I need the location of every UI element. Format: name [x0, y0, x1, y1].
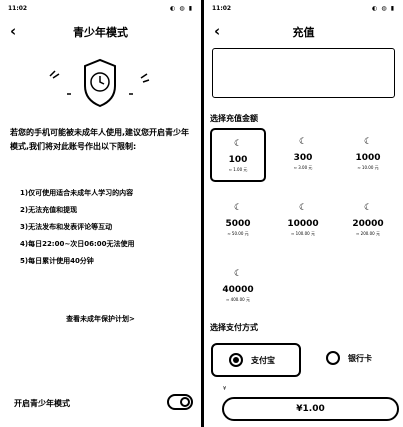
coin-icon: ☾	[363, 203, 373, 213]
youth-mode-intro: 若您的手机可能被未成年人使用,建议您开启青少年模式,我们将对此账号作出以下限制:	[10, 128, 190, 151]
nav-bar: ‹ 青少年模式	[0, 22, 201, 42]
pay-method-label: 支付宝	[251, 356, 275, 365]
status-time: 11:02	[8, 5, 28, 12]
list-item: 2)无法充值和提现	[20, 206, 78, 214]
amount-value: 300	[293, 153, 313, 163]
coin-icon: ☾	[233, 203, 243, 213]
amount-option-1000[interactable]: ☾ 1000 ≈ 10.00 元	[340, 128, 396, 182]
page-title: 充值	[292, 26, 315, 39]
list-item: 5)每日累计使用40分钟	[20, 257, 94, 265]
pay-method-alipay[interactable]: 支付宝	[211, 343, 301, 377]
list-item: 1)仅可使用适合未成年人学习的内容	[20, 189, 134, 197]
amount-value: 1000	[355, 153, 381, 163]
coin-icon: ☾	[233, 269, 243, 279]
youth-mode-screen: 11:02 ◐ ◍ ▮ ‹ 青少年模式 若您的手机可能被未成年人使用,建议您开启…	[0, 0, 201, 427]
pay-button[interactable]: ¥1.00	[222, 397, 399, 421]
balance-card	[212, 48, 395, 98]
youth-mode-toggle-row: 开启青少年模式	[14, 394, 193, 414]
amount-value: 10000	[287, 219, 319, 229]
restriction-list: 1)仅可使用适合未成年人学习的内容 2)无法充值和提现 3)无法发布和发表评论等…	[20, 187, 190, 272]
pay-method-label: 银行卡	[348, 354, 372, 363]
pay-method-bank-card[interactable]: 银行卡	[320, 343, 400, 377]
status-icons: ◐ ◍ ▮	[170, 5, 193, 12]
amount-sub: ≈ 400.00 元	[226, 297, 250, 302]
amount-option-100[interactable]: ☾ 100 ≈ 1.00 元	[210, 128, 266, 182]
status-bar: 11:02 ◐ ◍ ▮	[8, 5, 193, 15]
radio-unselected-icon	[326, 351, 340, 365]
amount-value: 20000	[352, 219, 384, 229]
amount-value: 100	[228, 155, 248, 165]
youth-mode-toggle-label: 开启青少年模式	[14, 399, 70, 408]
youth-mode-toggle[interactable]	[167, 394, 193, 410]
status-icons: ◐ ◍ ▮	[372, 5, 395, 12]
minor-protection-link[interactable]: 查看未成年保护计划>	[0, 314, 201, 324]
amount-option-5000[interactable]: ☾ 5000 ≈ 50.00 元	[210, 194, 266, 248]
status-time: 11:02	[212, 5, 232, 12]
amount-sub: ≈ 3.00 元	[293, 165, 313, 170]
amount-sub: ≈ 10.00 元	[357, 165, 379, 170]
coin-icon: ☾	[298, 203, 308, 213]
amount-section-title: 选择充值金额	[210, 114, 258, 123]
radio-selected-icon	[229, 353, 243, 367]
payment-section-title: 选择支付方式	[210, 323, 258, 332]
coin-icon: ☾	[233, 139, 243, 149]
page-title: 青少年模式	[73, 26, 128, 39]
amount-sub: ≈ 100.00 元	[291, 231, 315, 236]
amount-sub: ≈ 200.00 元	[356, 231, 380, 236]
nav-bar: ‹ 充值	[204, 22, 403, 42]
list-item: 3)无法发布和发表评论等互动	[20, 223, 113, 231]
amount-value: 40000	[222, 285, 254, 295]
toggle-knob	[180, 397, 190, 407]
pay-note: ¥	[223, 386, 227, 392]
amount-option-40000[interactable]: ☾ 40000 ≈ 400.00 元	[210, 260, 266, 314]
coin-icon: ☾	[298, 137, 308, 147]
amount-option-20000[interactable]: ☾ 20000 ≈ 200.00 元	[340, 194, 396, 248]
list-item: 4)每日22:00~次日06:00无法使用	[20, 240, 135, 248]
amount-option-10000[interactable]: ☾ 10000 ≈ 100.00 元	[275, 194, 331, 248]
shield-clock-illustration-icon	[45, 58, 155, 108]
amount-value: 5000	[225, 219, 251, 229]
amount-sub: ≈ 50.00 元	[227, 231, 249, 236]
status-bar: 11:02 ◐ ◍ ▮	[212, 5, 395, 15]
amount-option-300[interactable]: ☾ 300 ≈ 3.00 元	[275, 128, 331, 182]
recharge-screen: 11:02 ◐ ◍ ▮ ‹ 充值 选择充值金额 ☾ 100 ≈ 1.00 元 ☾…	[204, 0, 403, 427]
amount-sub: ≈ 1.00 元	[228, 167, 248, 172]
coin-icon: ☾	[363, 137, 373, 147]
